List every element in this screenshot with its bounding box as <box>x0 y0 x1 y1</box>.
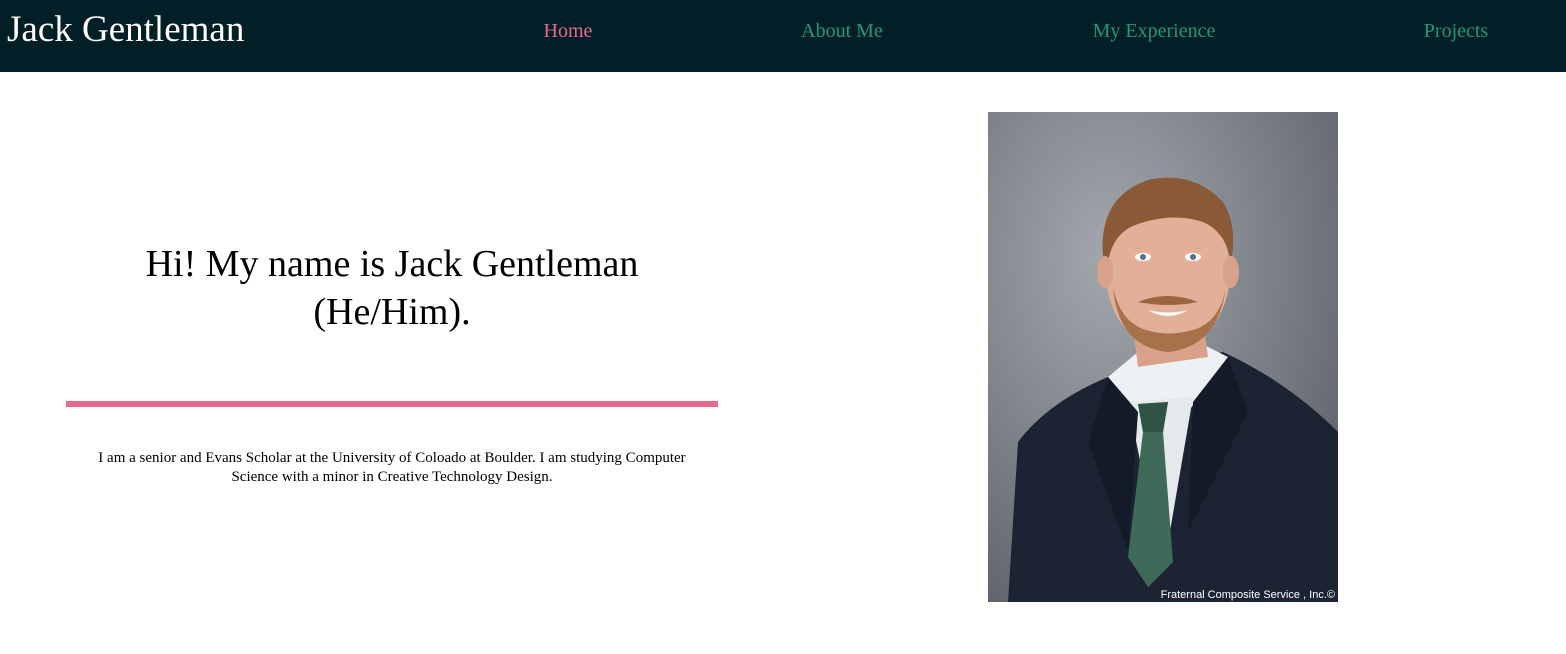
site-brand[interactable]: Jack Gentleman <box>7 8 244 52</box>
hero-title: Hi! My name is Jack Gentleman (He/Him). <box>145 243 639 333</box>
portrait-illustration <box>988 112 1338 602</box>
section-divider <box>66 401 718 407</box>
nav-link-my-experience[interactable]: My Experience <box>1093 19 1216 43</box>
nav-link-projects[interactable]: Projects <box>1424 19 1488 43</box>
bio-text: I am a senior and Evans Scholar at the U… <box>98 450 686 485</box>
nav-link-home[interactable]: Home <box>544 19 593 43</box>
profile-photo: Fraternal Composite Service , Inc.© <box>988 112 1338 602</box>
nav-link-about-me[interactable]: About Me <box>801 19 883 43</box>
navbar: Jack Gentleman Home About Me My Experien… <box>0 0 1566 72</box>
photo-credit: Fraternal Composite Service , Inc.© <box>1160 589 1335 601</box>
hero-intro: Hi! My name is Jack Gentleman (He/Him). <box>66 240 718 336</box>
